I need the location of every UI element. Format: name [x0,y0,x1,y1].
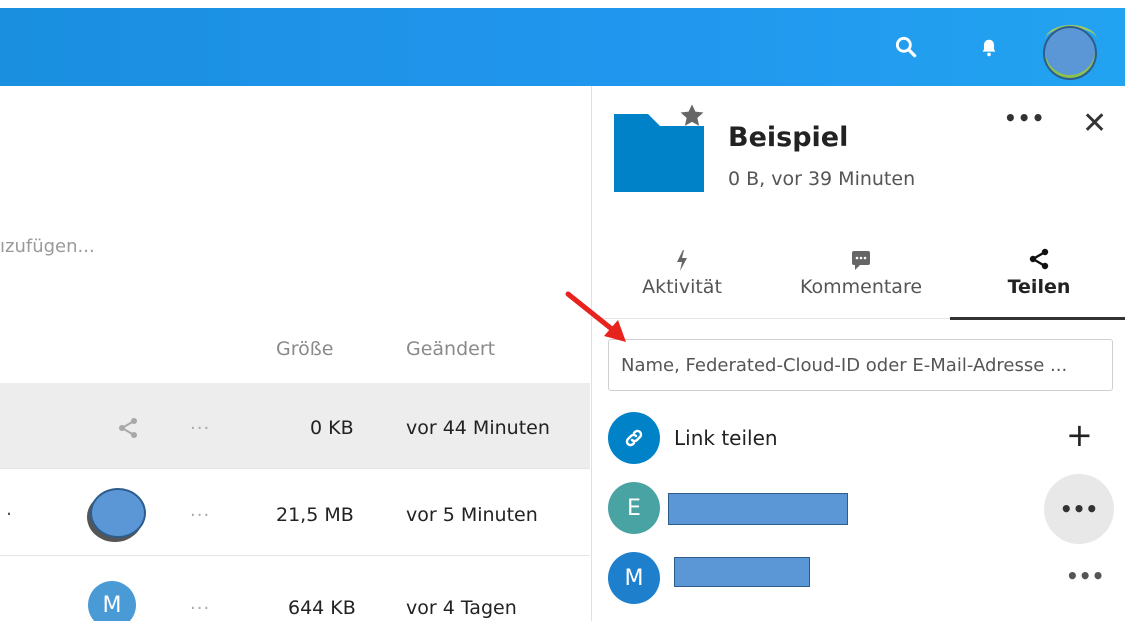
tab-label: Kommentare [799,276,923,298]
shared-avatar [90,488,146,538]
share-menu-button[interactable]: ••• [1044,474,1114,544]
bolt-icon [677,250,687,271]
filter-hint-text: ızufügen... [0,236,95,257]
file-modified: vor 5 Minuten [406,504,538,526]
tab-label: Teilen [1007,276,1071,298]
bell-icon[interactable] [978,36,1000,60]
column-header-size[interactable]: Größe [276,338,333,360]
share-menu-button[interactable]: ••• [1066,564,1104,588]
tab-label: Aktivität [642,276,722,298]
tab-activity[interactable]: Aktivität [622,244,742,318]
row-menu-icon[interactable]: ... [190,413,210,434]
share-icon [1029,248,1049,270]
file-subtitle: 0 B, vor 39 Minuten [728,168,916,190]
add-link-button[interactable]: + [1066,416,1093,454]
link-share-avatar [608,412,660,464]
comment-icon [852,251,870,270]
file-modified: vor 4 Tagen [406,597,517,619]
table-row[interactable]: . ... 21,5 MB vor 5 Minuten [0,470,590,556]
more-actions-button[interactable]: ••• [1004,106,1045,130]
tab-comments[interactable]: Kommentare [788,244,934,318]
file-size: 0 KB [310,417,354,439]
user-avatar[interactable] [1043,26,1097,80]
annotation-arrow-icon [565,291,626,342]
row-menu-icon[interactable]: ... [190,593,210,614]
sidebar-details: Beispiel 0 B, vor 39 Minuten ••• ✕ Aktiv… [592,86,1125,621]
header-bar [0,8,1125,86]
user-avatar-initial: M [88,581,136,621]
row-prefix: . [6,498,13,520]
share-search-input[interactable] [608,339,1113,391]
share-avatar-m: M [608,552,660,604]
redacted-share-name [668,493,848,525]
tab-share[interactable]: Teilen [984,244,1094,318]
file-modified: vor 44 Minuten [406,417,550,439]
redacted-share-name [674,557,810,587]
link-share-label[interactable]: Link teilen [674,426,778,450]
file-title: Beispiel [728,122,849,153]
active-tab-indicator [950,317,1125,320]
share-icon[interactable] [116,416,140,440]
row-menu-icon[interactable]: ... [190,500,210,521]
file-size: 21,5 MB [276,504,354,526]
table-row[interactable]: M ... 644 KB vor 4 Tagen [0,557,590,621]
search-icon[interactable] [893,34,919,60]
share-avatar-e: E [608,482,660,534]
favorite-star-icon[interactable] [678,102,706,130]
link-icon [625,429,643,447]
file-list: ızufügen... Größe Geändert ... 0 KB vor … [0,86,592,621]
column-header-modified[interactable]: Geändert [406,338,495,360]
file-size: 644 KB [288,597,356,619]
close-button[interactable]: ✕ [1082,106,1107,141]
table-row[interactable]: ... 0 KB vor 44 Minuten [0,383,590,469]
